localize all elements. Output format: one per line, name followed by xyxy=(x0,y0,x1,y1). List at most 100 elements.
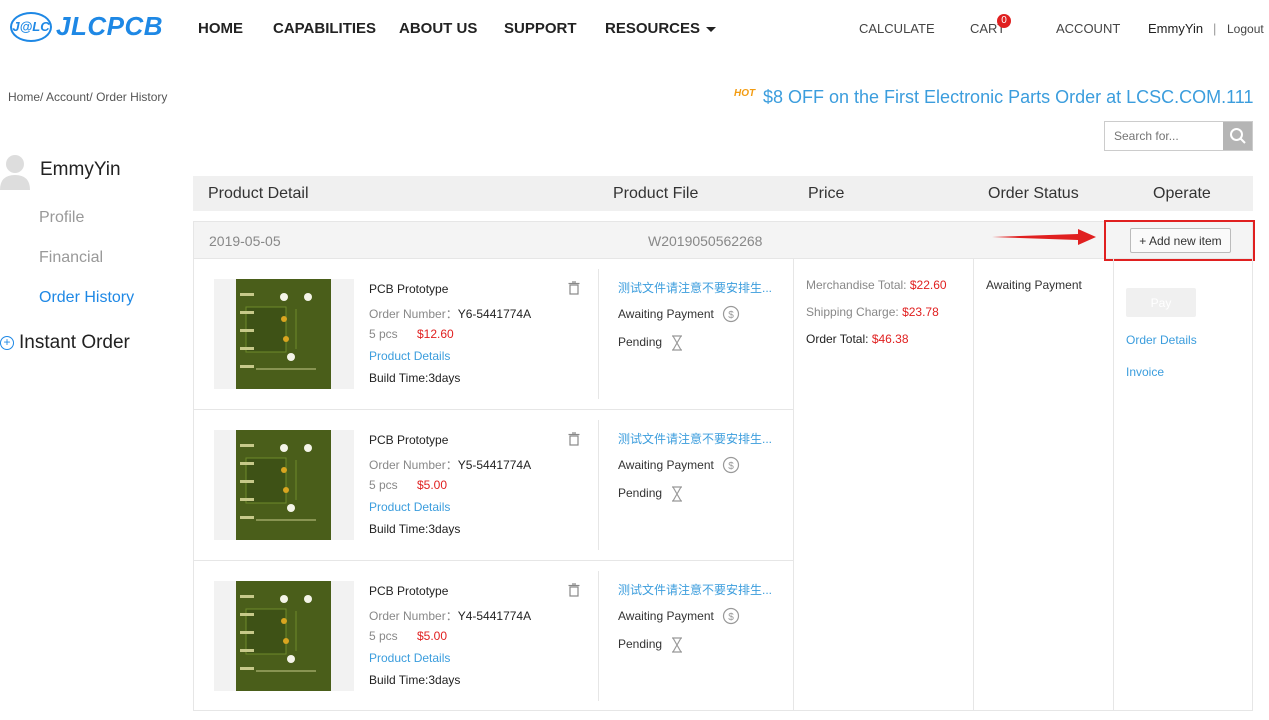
order-number-label: Order Number： xyxy=(369,458,458,472)
col-divider xyxy=(793,259,794,711)
account-link[interactable]: ACCOUNT xyxy=(1056,21,1120,36)
product-details-link[interactable]: Product Details xyxy=(369,349,450,363)
order-number: W2019050562268 xyxy=(648,233,763,249)
user-avatar-icon xyxy=(0,155,30,190)
sidebar-item-order-history[interactable]: Order History xyxy=(39,289,134,307)
sidebar-item-profile[interactable]: Profile xyxy=(39,209,84,227)
promo-banner-link[interactable]: $8 OFF on the First Electronic Parts Ord… xyxy=(763,87,1254,108)
calculate-link[interactable]: CALCULATE xyxy=(859,21,935,36)
table-header: Product Detail Product File Price Order … xyxy=(193,176,1253,211)
sidebar-instant-order[interactable]: + Instant Order xyxy=(0,332,130,354)
product-name: PCB Prototype xyxy=(369,282,449,296)
order-total-label: Order Total: xyxy=(806,332,869,346)
row-divider xyxy=(194,560,793,561)
pcb-traces xyxy=(240,293,316,370)
item-price: $12.60 xyxy=(417,327,454,341)
cell-divider xyxy=(598,269,599,399)
nav-capabilities[interactable]: CAPABILITIES xyxy=(273,20,376,37)
item-order-number: Y4-5441774A xyxy=(457,609,532,623)
trash-icon[interactable] xyxy=(568,583,580,597)
shipping-charge-row: Shipping Charge: $23.78 xyxy=(806,305,939,319)
svg-text:$: $ xyxy=(728,461,734,472)
svg-text:$: $ xyxy=(728,310,734,321)
nav-home[interactable]: HOME xyxy=(198,20,243,37)
pcb-thumbnail[interactable] xyxy=(214,581,354,691)
product-details-link[interactable]: Product Details xyxy=(369,651,450,665)
item-quantity: 5 pcs xyxy=(369,629,398,643)
th-operate: Operate xyxy=(1153,185,1211,202)
pcb-thumbnail[interactable] xyxy=(214,279,354,389)
order-details-link[interactable]: Order Details xyxy=(1126,333,1197,347)
item-quantity: 5 pcs xyxy=(369,478,398,492)
invoice-link[interactable]: Invoice xyxy=(1126,365,1164,379)
order-number-label: Order Number： xyxy=(369,609,458,623)
search-button[interactable] xyxy=(1223,122,1252,150)
logout-link[interactable]: Logout xyxy=(1227,22,1264,36)
item-price: $5.00 xyxy=(417,478,448,492)
order-number-label: Order Number： xyxy=(369,307,458,321)
hourglass-icon xyxy=(672,637,682,653)
th-price: Price xyxy=(808,185,845,202)
item-payment-status: Awaiting Payment xyxy=(618,458,714,472)
nav-resources[interactable]: RESOURCES xyxy=(605,20,717,37)
item-production-status: Pending xyxy=(618,486,663,500)
shipping-charge-value: $23.78 xyxy=(902,305,939,319)
nav-support[interactable]: SUPPORT xyxy=(504,20,577,37)
annotation-arrow-icon xyxy=(992,229,1096,245)
item-order-number: Y6-5441774A xyxy=(457,307,532,321)
th-product-file: Product File xyxy=(613,185,699,202)
payment-icon: $ xyxy=(722,305,740,323)
item-order-number: Y5-5441774A xyxy=(457,458,532,472)
order-body: PCB Prototype Order Number：Y6-5441774A 5… xyxy=(193,259,1253,711)
order-total-row: Order Total: $46.38 xyxy=(806,332,909,346)
header-separator: | xyxy=(1213,21,1217,36)
item-production-status: Pending xyxy=(618,335,663,349)
pcb-board-image xyxy=(236,279,331,389)
col-divider xyxy=(973,259,974,711)
pcb-thumbnail[interactable] xyxy=(214,430,354,540)
product-details-link[interactable]: Product Details xyxy=(369,500,450,514)
search-box xyxy=(1104,121,1253,151)
item-price: $5.00 xyxy=(417,629,448,643)
th-product-detail: Product Detail xyxy=(208,185,309,202)
cell-divider xyxy=(598,571,599,701)
svg-text:$: $ xyxy=(728,612,734,623)
logo-mark: J@LC xyxy=(10,11,52,42)
order-number-row: Order Number：Y4-5441774A xyxy=(369,607,531,624)
sidebar-item-financial[interactable]: Financial xyxy=(39,249,103,267)
order-number-row: Order Number：Y5-5441774A xyxy=(369,456,531,473)
breadcrumb-home[interactable]: Home/ xyxy=(8,90,43,104)
breadcrumb-account[interactable]: Account/ xyxy=(46,90,93,104)
nav-resources-label: RESOURCES xyxy=(605,20,701,37)
order-date: 2019-05-05 xyxy=(209,233,281,249)
nav-about-us[interactable]: ABOUT US xyxy=(399,20,477,37)
product-file-link[interactable]: 测试文件请注意不要安排生... xyxy=(618,581,772,598)
plus-circle-icon: + xyxy=(0,336,14,350)
shipping-charge-label: Shipping Charge: xyxy=(806,305,899,319)
col-divider xyxy=(1113,259,1114,711)
search-input[interactable] xyxy=(1105,122,1224,150)
breadcrumb: Home/ Account/ Order History xyxy=(8,90,167,104)
cell-divider xyxy=(598,420,599,550)
jlcpcb-logo[interactable]: J@LC JLCPCB xyxy=(10,11,163,42)
product-file-link[interactable]: 测试文件请注意不要安排生... xyxy=(618,430,772,447)
payment-icon: $ xyxy=(722,607,740,625)
merchandise-total-label: Merchandise Total: xyxy=(806,278,907,292)
item-production-status: Pending xyxy=(618,637,663,651)
sidebar-user-name: EmmyYin xyxy=(40,159,121,180)
cart-count-badge: 0 xyxy=(997,14,1011,28)
product-file-link[interactable]: 测试文件请注意不要安排生... xyxy=(618,279,772,296)
trash-icon[interactable] xyxy=(568,432,580,446)
hourglass-icon xyxy=(672,335,682,351)
instant-order-label: Instant Order xyxy=(19,332,130,353)
merchandise-total-row: Merchandise Total: $22.60 xyxy=(806,278,947,292)
order-status: Awaiting Payment xyxy=(986,278,1082,292)
payment-icon: $ xyxy=(722,456,740,474)
pcb-traces xyxy=(240,444,316,521)
add-new-item-button[interactable]: + Add new item xyxy=(1130,228,1231,253)
item-payment-status: Awaiting Payment xyxy=(618,307,714,321)
pay-button[interactable]: Pay xyxy=(1126,288,1196,317)
pcb-board-image xyxy=(236,581,331,691)
user-name-link[interactable]: EmmyYin xyxy=(1148,21,1203,36)
trash-icon[interactable] xyxy=(568,281,580,295)
